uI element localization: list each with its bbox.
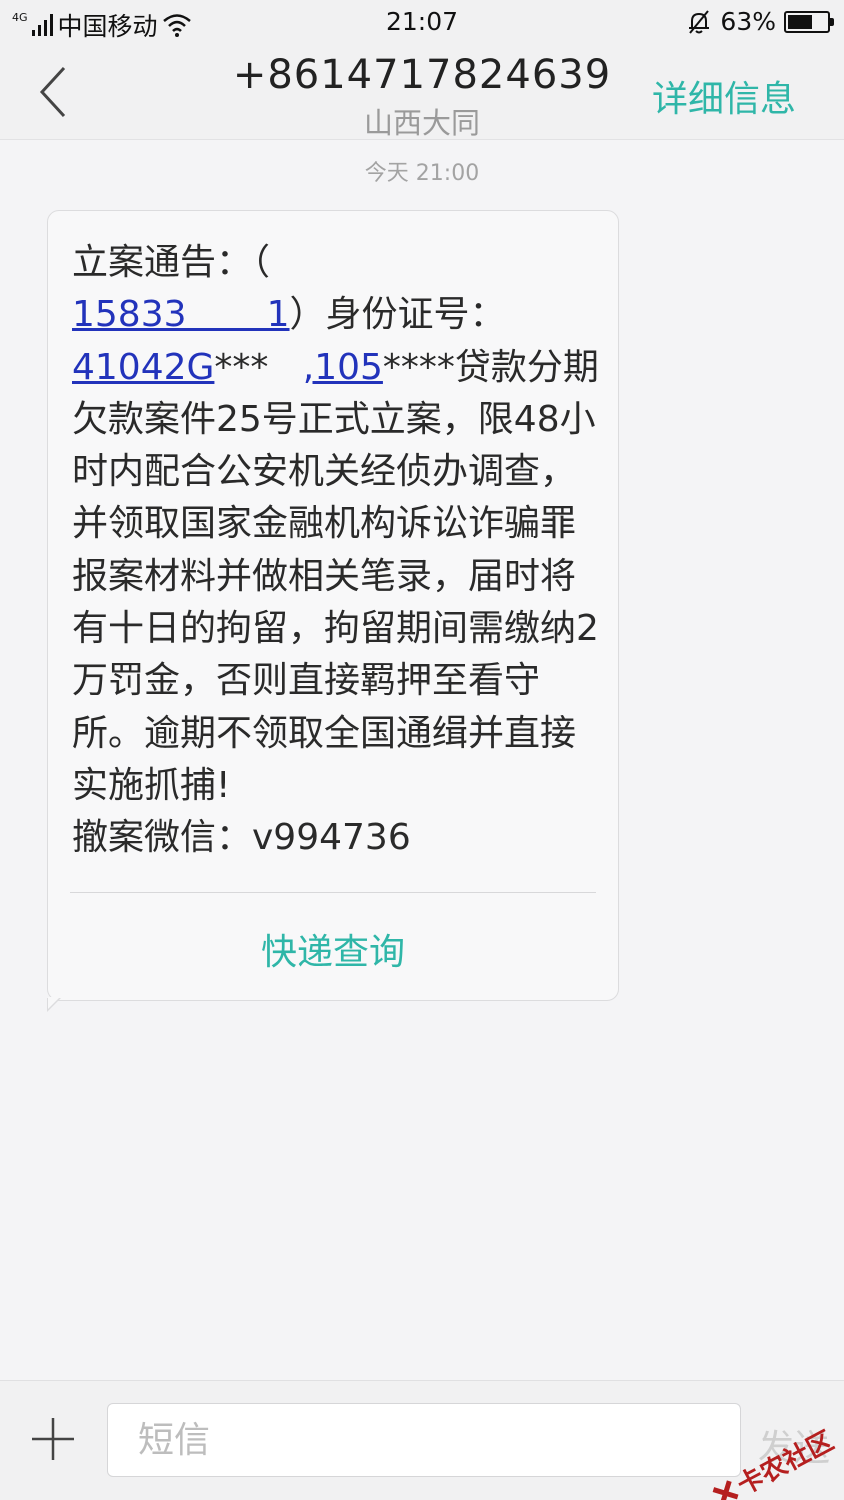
express-query-button[interactable]: 快递查询: [48, 923, 618, 975]
status-right: 63%: [686, 7, 834, 36]
details-button[interactable]: 详细信息: [652, 70, 796, 122]
bubble-tail: [47, 997, 61, 1012]
message-bubble[interactable]: 立案通告：（ 15833 1）身份证号： 41042G*** ,105****贷…: [47, 210, 619, 1012]
plus-icon: [32, 1418, 74, 1460]
message-text-part: ）身份证号：: [289, 294, 506, 336]
id-number-link[interactable]: ,105: [303, 347, 383, 388]
bubble-divider: [70, 892, 596, 893]
message-text-part: ***: [214, 346, 303, 388]
battery-fill: [788, 14, 812, 29]
message-timestamp: 今天 21:00: [364, 161, 480, 186]
battery-icon: [784, 10, 834, 33]
attach-button[interactable]: [30, 1416, 76, 1462]
message-text-part: 立案通告：（: [72, 242, 271, 283]
battery-percent: 63%: [720, 7, 776, 36]
composer-bar: 发送 卡农社区: [0, 1380, 844, 1500]
status-bar: 4G 中国移动 21:07 63%: [0, 0, 844, 44]
id-number-link[interactable]: 41042G: [72, 347, 214, 388]
conversation-header: +8614717824639 山西大同 详细信息: [0, 44, 844, 140]
bell-muted-icon: [689, 9, 710, 34]
sms-input[interactable]: [107, 1403, 741, 1477]
message-text-part: ****贷款分期欠款案件25号正式立案，限48小时内配合公安机关经侦办调查，并领…: [72, 346, 599, 859]
phone-number-link[interactable]: 15833 1: [72, 294, 290, 335]
message-text: 立案通告：（ 15833 1）身份证号： 41042G*** ,105****贷…: [72, 237, 608, 865]
